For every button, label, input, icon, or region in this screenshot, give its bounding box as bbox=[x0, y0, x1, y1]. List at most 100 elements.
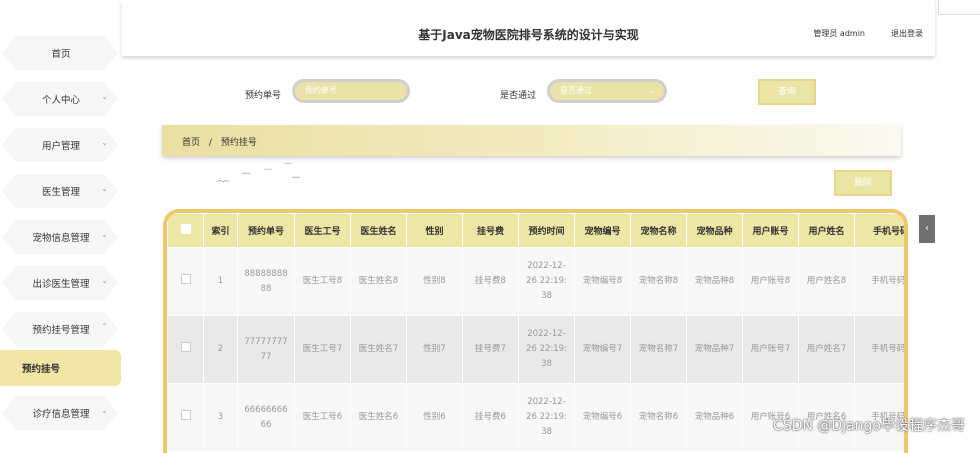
collapse-arrow-icon[interactable]: ‹ bbox=[919, 215, 935, 243]
table-cell: 宠物品种8 bbox=[686, 247, 743, 316]
table-cell: 宠物编号7 bbox=[574, 315, 631, 384]
chevron-down-icon: ⌄ bbox=[101, 138, 108, 147]
table-cell: 用户账号7 bbox=[742, 315, 799, 384]
table-cell: 2022-12-26 22:19:38 bbox=[518, 247, 575, 316]
column-header: 宠物编号 bbox=[574, 213, 631, 248]
table-cell: 宠物品种6 bbox=[686, 383, 743, 452]
table-cell: 1 bbox=[203, 247, 238, 316]
chevron-down-icon: ⌄ bbox=[101, 92, 108, 101]
order-number-label: 预约单号 bbox=[245, 91, 282, 101]
approved-select[interactable]: 是否通过 ⌄ bbox=[547, 79, 667, 103]
table-cell: 宠物名称8 bbox=[630, 247, 687, 316]
column-header: 挂号费 bbox=[462, 213, 519, 248]
table-cell: 医生工号6 bbox=[294, 383, 351, 452]
query-button[interactable]: 查询 bbox=[758, 79, 816, 105]
chevron-down-icon: ⌄ bbox=[101, 406, 108, 415]
table-cell: 手机号码8 bbox=[854, 247, 904, 316]
breadcrumb-home[interactable]: 首页 bbox=[182, 138, 200, 148]
row-select-cell[interactable] bbox=[167, 247, 204, 316]
column-header: 手机号码 bbox=[854, 213, 904, 248]
sidebar-item-label: 宠物信息管理 bbox=[32, 233, 90, 244]
table-cell: 宠物名称6 bbox=[630, 383, 687, 452]
approved-label: 是否通过 bbox=[500, 91, 537, 101]
table-cell: 用户账号8 bbox=[742, 247, 799, 316]
row-checkbox[interactable] bbox=[180, 273, 191, 284]
table-cell: 7777777777 bbox=[237, 315, 295, 384]
table-cell: 2022-12-26 22:19:38 bbox=[518, 383, 575, 452]
sidebar-item-label: 预约挂号管理 bbox=[32, 325, 90, 336]
sidebar-item-label: 个人中心 bbox=[41, 95, 80, 106]
table-row[interactable]: 1 8888888888 医生工号8 医生姓名8 性别8 挂号费8 2022-1… bbox=[167, 247, 904, 316]
sidebar: 首页 个人中心 ⌄ 用户管理 ⌄ 医生管理 ⌄ 宠物信息管理 ⌄ 出诊医生管理 … bbox=[0, 0, 122, 444]
order-number-input[interactable]: 预约单号 bbox=[292, 79, 410, 103]
sidebar-item-home[interactable]: 首页 bbox=[0, 33, 122, 73]
watermark: CSDN @Django毕设程序杰哥 bbox=[773, 418, 965, 434]
table-cell: 2022-12-26 22:19:38 bbox=[518, 315, 575, 384]
sidebar-item-personal-center[interactable]: 个人中心 ⌄ bbox=[0, 79, 122, 119]
table-cell: 挂号费8 bbox=[462, 247, 519, 316]
breadcrumb: 首页 / 预约挂号 bbox=[162, 125, 901, 156]
breadcrumb-current: 预约挂号 bbox=[220, 138, 257, 148]
table-cell: 8888888888 bbox=[237, 247, 295, 316]
table-cell: 性别6 bbox=[406, 383, 463, 452]
table-cell: 医生工号7 bbox=[294, 315, 351, 384]
table-cell: 医生姓名8 bbox=[350, 247, 407, 316]
table-cell: 用户姓名7 bbox=[798, 315, 855, 384]
sidebar-item-appointment[interactable]: 预约挂号 bbox=[0, 348, 122, 388]
table-cell: 医生姓名7 bbox=[350, 315, 407, 384]
column-header: 性别 bbox=[406, 213, 463, 248]
sidebar-item-appointment-management[interactable]: 预约挂号管理 ⌃ bbox=[0, 309, 122, 349]
column-header: 宠物品种 bbox=[686, 213, 743, 248]
table-cell: 性别7 bbox=[406, 315, 463, 384]
column-header: 用户姓名 bbox=[798, 213, 855, 248]
row-select-cell[interactable] bbox=[167, 315, 204, 384]
sidebar-item-label: 诊疗信息管理 bbox=[32, 409, 90, 420]
chevron-down-icon: ⌄ bbox=[101, 276, 108, 285]
table-cell: 2 bbox=[203, 315, 238, 384]
column-header: 用户账号 bbox=[742, 213, 799, 248]
table-cell: 6666666666 bbox=[237, 383, 295, 452]
sidebar-item-visiting-doctor[interactable]: 出诊医生管理 ⌄ bbox=[0, 263, 122, 303]
row-checkbox[interactable] bbox=[180, 409, 191, 420]
table-cell: 宠物名称7 bbox=[630, 315, 687, 384]
table-cell: 宠物编号8 bbox=[574, 247, 631, 316]
table-cell: 宠物品种7 bbox=[686, 315, 743, 384]
breadcrumb-separator: / bbox=[208, 138, 212, 148]
table-cell: 挂号费7 bbox=[462, 315, 519, 384]
table-cell: 挂号费6 bbox=[462, 383, 519, 452]
table-cell: 性别8 bbox=[406, 247, 463, 316]
column-header: 医生姓名 bbox=[350, 213, 407, 248]
sidebar-item-pet-info[interactable]: 宠物信息管理 ⌄ bbox=[0, 217, 122, 257]
table-row[interactable]: 2 7777777777 医生工号7 医生姓名7 性别7 挂号费7 2022-1… bbox=[167, 315, 904, 384]
birds-decoration bbox=[216, 162, 301, 183]
sidebar-item-user-management[interactable]: 用户管理 ⌄ bbox=[0, 125, 122, 165]
row-select-cell[interactable] bbox=[167, 383, 204, 452]
delete-button[interactable]: 删除 bbox=[834, 170, 892, 196]
column-header: 预约时间 bbox=[518, 213, 575, 248]
table-header-row: 索引 预约单号 医生工号 医生姓名 性别 挂号费 预约时间 宠物编号 宠物名称 … bbox=[167, 213, 904, 248]
current-user: 管理员 admin bbox=[813, 29, 865, 38]
sidebar-item-label: 出诊医生管理 bbox=[32, 279, 90, 290]
chevron-down-icon: ⌄ bbox=[101, 230, 108, 239]
chevron-down-icon: ⌄ bbox=[649, 86, 656, 95]
sidebar-item-label: 用户管理 bbox=[41, 141, 80, 152]
sidebar-item-doctor-management[interactable]: 医生管理 ⌄ bbox=[0, 171, 122, 211]
select-all-checkbox[interactable] bbox=[180, 224, 191, 234]
column-header: 预约单号 bbox=[237, 213, 295, 248]
sidebar-item-treatment-info[interactable]: 诊疗信息管理 ⌄ bbox=[0, 393, 122, 433]
select-all-cell[interactable] bbox=[167, 213, 204, 248]
approved-select-value: 是否通过 bbox=[560, 86, 592, 95]
row-checkbox[interactable] bbox=[180, 341, 191, 352]
column-header: 索引 bbox=[203, 213, 238, 248]
table-cell: 医生工号8 bbox=[294, 247, 351, 316]
window-corner bbox=[938, 0, 980, 15]
chevron-down-icon: ⌄ bbox=[101, 184, 108, 193]
table-cell: 3 bbox=[203, 383, 238, 452]
table-cell: 医生姓名6 bbox=[350, 383, 407, 452]
column-header: 宠物名称 bbox=[630, 213, 687, 248]
column-header: 医生工号 bbox=[294, 213, 351, 248]
logout-link[interactable]: 退出登录 bbox=[891, 28, 923, 39]
chevron-up-icon: ⌃ bbox=[101, 322, 108, 331]
table-cell: 宠物编号6 bbox=[574, 383, 631, 452]
sidebar-item-label: 预约挂号 bbox=[22, 364, 61, 375]
